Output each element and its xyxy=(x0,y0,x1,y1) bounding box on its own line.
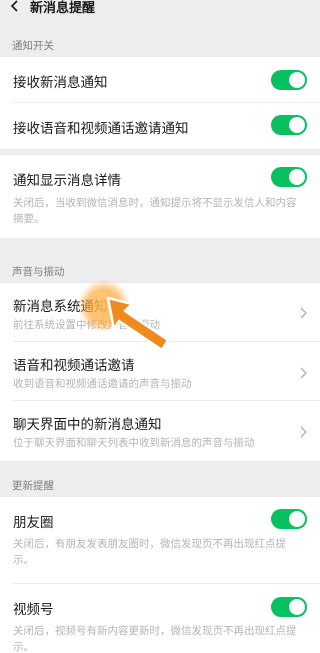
section-label-notify: 通知开关 xyxy=(12,40,54,52)
row-title: 语音和视频通话邀请 xyxy=(13,358,135,374)
row-title: 朋友圈 xyxy=(13,515,54,531)
channels-toggle[interactable] xyxy=(271,597,307,617)
row-description: 关闭后，有朋友发表朋友圈时，微信发现页不再出现红点提示。 xyxy=(13,538,286,566)
row-in-chat-notification[interactable]: 聊天界面中的新消息通知 位于聊天界面和聊天列表中收到新消息的声音与振动 xyxy=(0,401,320,461)
chevron-left-icon xyxy=(10,0,18,12)
row-description: 关闭后，当收到微信消息时，通知提示将不显示发信人和内容摘要。 xyxy=(13,197,297,225)
row-title: 接收新消息通知 xyxy=(13,75,108,91)
row-channels[interactable]: 视频号 关闭后，视频号有新内容更新时，微信发现页不再出现红点提示。 xyxy=(0,584,320,653)
row-title: 通知显示消息详情 xyxy=(13,173,121,189)
row-moments[interactable]: 朋友圈 关闭后，有朋友发表朋友圈时，微信发现页不再出现红点提示。 xyxy=(0,497,320,584)
row-title: 聊天界面中的新消息通知 xyxy=(13,417,162,433)
toggle-knob xyxy=(289,169,305,185)
row-title: 接收语音和视频通话邀请通知 xyxy=(13,121,189,137)
toggle-knob xyxy=(289,599,305,615)
back-button[interactable] xyxy=(0,0,30,20)
chevron-right-icon xyxy=(300,367,307,379)
chevron-right-icon xyxy=(300,426,307,438)
top-bar: 新消息提醒 xyxy=(0,0,320,20)
toggle-knob xyxy=(289,117,305,133)
row-description: 位于聊天界面和聊天列表中收到新消息的声音与振动 xyxy=(13,437,255,449)
row-description: 收到语音和视频通话邀请的声音与振动 xyxy=(13,378,192,390)
row-title: 视频号 xyxy=(13,602,54,618)
section-label-update: 更新提醒 xyxy=(12,480,54,492)
chevron-right-icon xyxy=(300,307,307,319)
receive-new-messages-toggle[interactable] xyxy=(271,70,307,90)
section-label-sound: 声音与振动 xyxy=(12,266,65,278)
pointer-arrow-icon xyxy=(106,296,170,352)
receive-call-invites-toggle[interactable] xyxy=(271,115,307,135)
show-message-details-toggle[interactable] xyxy=(271,167,307,187)
toggle-knob xyxy=(289,72,305,88)
notification-settings-page: 新消息提醒 通知开关 接收新消息通知 接收语音和视频通话邀请通知 通知显示消息详… xyxy=(0,0,320,653)
toggle-knob xyxy=(289,511,305,527)
page-title: 新消息提醒 xyxy=(30,0,96,16)
moments-toggle[interactable] xyxy=(271,509,307,529)
row-show-message-details[interactable]: 通知显示消息详情 关闭后，当收到微信消息时，通知提示将不显示发信人和内容摘要。 xyxy=(0,155,320,238)
row-receive-call-invites[interactable]: 接收语音和视频通话邀请通知 xyxy=(0,103,320,149)
row-description: 关闭后，视频号有新内容更新时，微信发现页不再出现红点提示。 xyxy=(13,625,297,653)
row-receive-new-messages[interactable]: 接收新消息通知 xyxy=(0,57,320,103)
